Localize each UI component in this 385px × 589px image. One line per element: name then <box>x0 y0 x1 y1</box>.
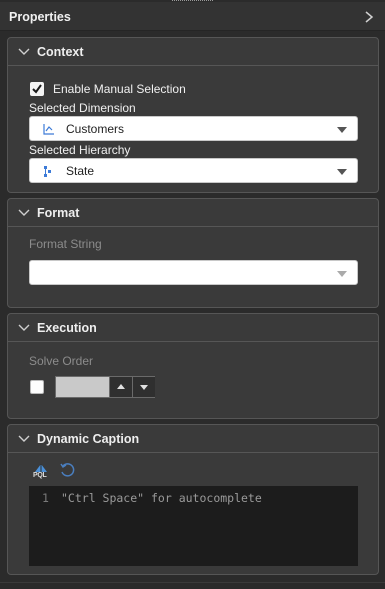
chevron-down-icon[interactable] <box>18 47 30 57</box>
format-title: Format <box>37 206 80 220</box>
editor-placeholder: "Ctrl Space" for autocomplete <box>61 491 262 505</box>
context-title: Context <box>37 45 84 59</box>
selected-dimension-label: Selected Dimension <box>29 101 136 115</box>
pql-icon[interactable]: PQL <box>33 463 49 481</box>
line-number: 1 <box>42 491 49 505</box>
selected-hierarchy-select[interactable]: State <box>29 158 358 183</box>
properties-header: Properties <box>0 2 385 31</box>
check-icon <box>32 84 42 94</box>
bottom-resize-strip <box>0 582 385 589</box>
format-panel-header[interactable]: Format <box>8 199 378 227</box>
format-string-select[interactable] <box>29 260 358 285</box>
dimension-icon <box>43 124 54 135</box>
decrement-button[interactable] <box>132 377 155 397</box>
page-title: Properties <box>9 10 71 24</box>
dynamic-caption-title: Dynamic Caption <box>37 432 140 446</box>
context-panel: Context Enable Manual Selection Selected… <box>7 37 379 193</box>
solve-order-stepper[interactable] <box>55 376 155 398</box>
solve-order-label: Solve Order <box>29 354 94 368</box>
dropdown-caret-icon <box>337 271 347 277</box>
selected-dimension-value: Customers <box>66 122 125 136</box>
dropdown-caret-icon <box>337 127 347 133</box>
solve-order-checkbox[interactable] <box>30 380 44 394</box>
enable-manual-selection-checkbox[interactable] <box>30 82 44 96</box>
format-string-label: Format String <box>29 237 102 251</box>
chevron-down-icon[interactable] <box>18 208 30 218</box>
chevron-down-icon[interactable] <box>18 434 30 444</box>
context-panel-header[interactable]: Context <box>8 38 378 66</box>
arrow-up-icon <box>117 384 125 389</box>
caption-code-editor[interactable]: 1 "Ctrl Space" for autocomplete <box>29 486 358 566</box>
enable-manual-selection-label: Enable Manual Selection <box>53 82 186 96</box>
pql-label: PQL <box>33 472 47 479</box>
format-panel: Format Format String <box>7 198 379 308</box>
dynamic-caption-panel: Dynamic Caption PQL 1 "Ctrl Space" for a… <box>7 424 379 575</box>
chevron-right-icon[interactable] <box>363 10 375 24</box>
selected-dimension-select[interactable]: Customers <box>29 116 358 141</box>
dynamic-caption-panel-header[interactable]: Dynamic Caption <box>8 425 378 453</box>
dropdown-caret-icon <box>337 169 347 175</box>
hierarchy-icon <box>44 166 51 177</box>
solve-order-input[interactable] <box>56 377 109 397</box>
execution-panel: Execution Solve Order <box>7 313 379 419</box>
selected-hierarchy-label: Selected Hierarchy <box>29 143 131 157</box>
selected-hierarchy-value: State <box>66 164 95 178</box>
increment-button[interactable] <box>109 377 132 397</box>
execution-title: Execution <box>37 321 97 335</box>
refresh-icon[interactable] <box>59 462 75 478</box>
execution-panel-header[interactable]: Execution <box>8 314 378 342</box>
arrow-down-icon <box>140 385 148 390</box>
chevron-down-icon[interactable] <box>18 323 30 333</box>
